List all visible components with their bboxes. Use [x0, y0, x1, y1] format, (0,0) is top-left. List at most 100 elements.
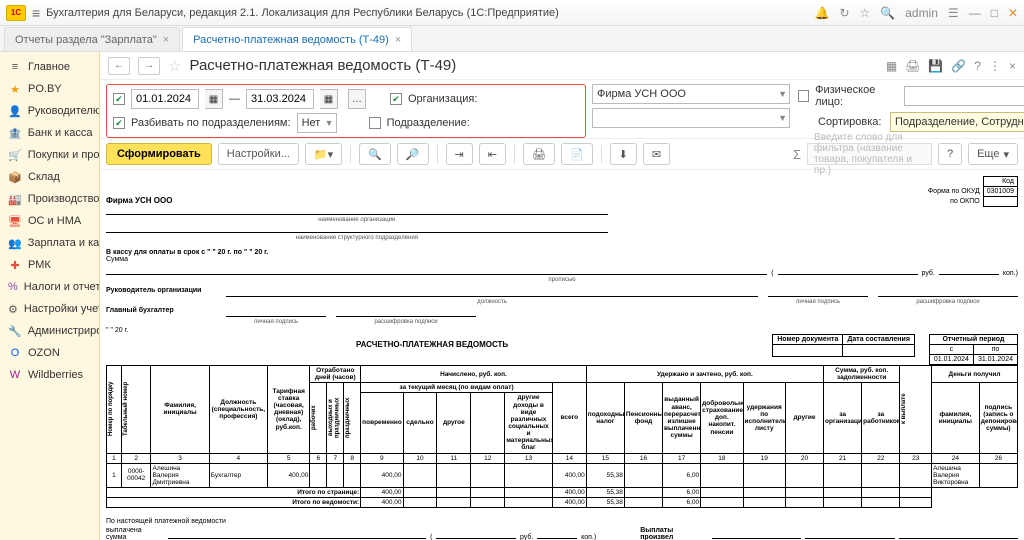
nav-icon: 🏭: [8, 192, 22, 206]
nav-icon: ★: [8, 82, 22, 96]
more-button[interactable]: Еще ▾: [968, 143, 1018, 165]
bell-icon[interactable]: 🔔: [815, 6, 830, 20]
tab-t49[interactable]: Расчетно-платежная ведомость (Т-49) ×: [182, 27, 412, 51]
search-icon[interactable]: 🔍: [880, 6, 895, 20]
close-icon[interactable]: ×: [163, 34, 169, 46]
sidebar-item[interactable]: ⚙Настройки учета: [0, 298, 99, 320]
more-icon[interactable]: ⋮: [989, 59, 1001, 73]
nav-back-button[interactable]: ←: [108, 57, 130, 75]
window-controls: 🔔 ↻ ☆ 🔍 admin ☰ — □ ✕: [815, 6, 1019, 20]
split-label: Разбивать по подразделениям:: [131, 117, 291, 129]
fiz-select[interactable]: ▼: [904, 86, 1024, 106]
nav-icon: 🖥: [8, 214, 22, 228]
fiz-checkbox[interactable]: [798, 90, 809, 102]
tab-reports[interactable]: Отчеты раздела "Зарплата" ×: [4, 27, 180, 51]
sidebar-item[interactable]: 🛒Покупки и продажи: [0, 144, 99, 166]
report-body: Код Форма по ОКУД0301009 по ОКПО Фирма У…: [100, 170, 1024, 540]
period-checkbox[interactable]: [113, 93, 125, 105]
sidebar-item[interactable]: 🖥ОС и НМА: [0, 210, 99, 232]
find-button[interactable]: 🔍: [359, 143, 391, 165]
filter-panel: ▦ — ▦ … Организация: Разбивать по подраз…: [106, 84, 586, 138]
report-org: Фирма УСН ООО: [106, 196, 1018, 205]
layout-icon[interactable]: ▦: [886, 59, 897, 73]
sidebar-item[interactable]: 🏦Банк и касса: [0, 122, 99, 144]
star-icon[interactable]: ☆: [860, 6, 871, 20]
nav-icon: ✚: [8, 258, 22, 272]
user-label[interactable]: admin: [905, 6, 938, 20]
save-icon[interactable]: 💾: [928, 59, 943, 73]
filter-search-input[interactable]: Введите слово для фильтра (название това…: [807, 143, 932, 165]
sidebar-item[interactable]: ★PO.BY: [0, 78, 99, 100]
close-panel-icon[interactable]: ×: [1009, 59, 1016, 73]
nav-icon: %: [8, 280, 18, 294]
nav-icon: 👥: [8, 236, 22, 250]
expand-button[interactable]: ⇥: [446, 143, 473, 165]
preview-button[interactable]: 📄: [561, 143, 593, 165]
report-table: Номер по порядку Табельный номер Фамилия…: [106, 365, 1018, 508]
print-icon[interactable]: 🖨: [905, 59, 920, 73]
help-icon[interactable]: ?: [974, 59, 981, 73]
date-to-input[interactable]: [246, 89, 314, 109]
save-button[interactable]: ⬇: [610, 143, 637, 165]
tabs-bar: Отчеты раздела "Зарплата" × Расчетно-пла…: [0, 26, 1024, 52]
mail-button[interactable]: ✉: [643, 143, 670, 165]
fiz-label: Физическое лицо:: [815, 84, 898, 108]
calendar-icon[interactable]: ▦: [320, 89, 338, 109]
print-button[interactable]: 🖨: [523, 143, 555, 165]
table-row: 10000-00042Алешина Валерия ДмитриевнаБух…: [107, 463, 1018, 487]
fav-icon[interactable]: ☆: [168, 57, 181, 75]
close-icon[interactable]: ×: [395, 34, 401, 46]
sidebar-item[interactable]: 👥Зарплата и кадры: [0, 232, 99, 254]
sort-select[interactable]: Подразделение, Сотрудник▼: [890, 112, 1024, 132]
sort-label: Сортировка:: [818, 116, 884, 128]
dept-checkbox[interactable]: [369, 117, 381, 129]
close-icon[interactable]: ✕: [1008, 6, 1018, 20]
sidebar-item[interactable]: WWildberries: [0, 364, 99, 386]
options-icon[interactable]: ☰: [948, 6, 959, 20]
split-select[interactable]: Нет▼: [297, 113, 337, 133]
sidebar-item[interactable]: 🏭Производство: [0, 188, 99, 210]
collapse-button[interactable]: ⇤: [479, 143, 506, 165]
help-button[interactable]: ?: [938, 143, 962, 165]
titlebar: 1C ≡ Бухгалтерия для Беларуси, редакция …: [0, 0, 1024, 26]
sidebar-item[interactable]: %Налоги и отчетность: [0, 276, 99, 298]
variants-button[interactable]: 📁▾: [305, 143, 342, 165]
sidebar-item[interactable]: OOZON: [0, 342, 99, 364]
sidebar-item[interactable]: ✚РМК: [0, 254, 99, 276]
history-icon[interactable]: ↻: [839, 6, 849, 20]
org-select[interactable]: Фирма УСН ООО▼: [592, 84, 790, 104]
menu-icon[interactable]: ≡: [32, 5, 40, 21]
toolbar: Сформировать Настройки... 📁▾ 🔍 🔎 ⇥ ⇤ 🖨 📄…: [100, 138, 1024, 170]
nav-icon: ⚙: [8, 302, 18, 316]
minimize-icon[interactable]: —: [969, 6, 981, 20]
dept-label: Подразделение:: [387, 117, 470, 129]
sidebar-item[interactable]: 🔧Администрирование: [0, 320, 99, 342]
nav-icon: 🛒: [8, 148, 22, 162]
sidebar-item[interactable]: 👤Руководителю: [0, 100, 99, 122]
nav-icon: 👤: [8, 104, 22, 118]
sidebar-item[interactable]: ≡Главное: [0, 56, 99, 78]
period-picker-button[interactable]: …: [348, 89, 366, 109]
app-logo: 1C: [6, 5, 26, 21]
form-button[interactable]: Сформировать: [106, 143, 212, 165]
maximize-icon[interactable]: □: [991, 6, 998, 20]
page-header: ← → ☆ Расчетно-платежная ведомость (Т-49…: [100, 52, 1024, 80]
calendar-icon[interactable]: ▦: [205, 89, 223, 109]
sidebar: ≡Главное★PO.BY👤Руководителю🏦Банк и касса…: [0, 52, 100, 540]
sigma-icon[interactable]: Σ: [793, 147, 801, 162]
page-title: Расчетно-платежная ведомость (Т-49): [189, 57, 456, 74]
org-checkbox[interactable]: [390, 93, 402, 105]
sidebar-item[interactable]: 📦Склад: [0, 166, 99, 188]
link-icon[interactable]: 🔗: [951, 59, 966, 73]
split-checkbox[interactable]: [113, 117, 125, 129]
find-next-button[interactable]: 🔎: [397, 143, 429, 165]
date-from-input[interactable]: [131, 89, 199, 109]
nav-icon: O: [8, 346, 22, 360]
nav-icon: 🔧: [8, 324, 22, 338]
dept-select[interactable]: ▼: [592, 108, 790, 128]
org-label: Организация:: [408, 93, 477, 105]
nav-icon: W: [8, 368, 22, 382]
settings-button[interactable]: Настройки...: [218, 143, 299, 165]
nav-fwd-button[interactable]: →: [138, 57, 160, 75]
nav-icon: 📦: [8, 170, 22, 184]
